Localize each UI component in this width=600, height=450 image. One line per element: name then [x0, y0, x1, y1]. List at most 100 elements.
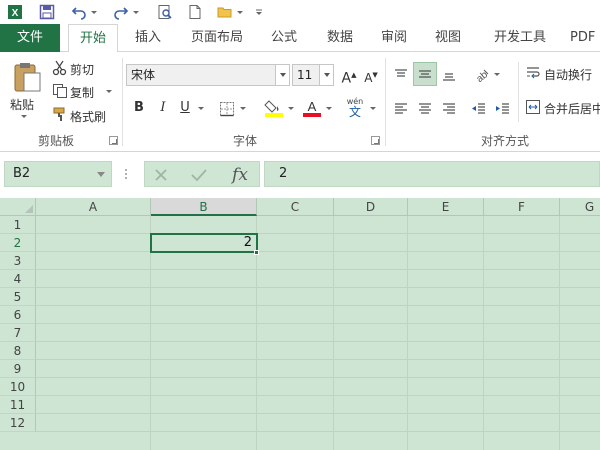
align-bottom-icon[interactable] [438, 64, 460, 86]
copy-dropdown-icon[interactable] [106, 90, 112, 93]
font-size-dropdown-icon[interactable] [319, 65, 333, 85]
font-launcher-icon[interactable] [371, 136, 380, 145]
print-preview-icon[interactable] [156, 3, 174, 21]
underline-dropdown-icon[interactable] [198, 107, 204, 110]
formula-bar: B2 fx 2 [0, 152, 600, 198]
bold-button[interactable]: B [130, 98, 148, 118]
customize-toolbar-icon[interactable] [254, 3, 264, 21]
row-header-8[interactable]: 8 [0, 342, 36, 360]
column-header-c[interactable]: C [257, 198, 334, 216]
column-header-f[interactable]: F [484, 198, 560, 216]
merge-center-button[interactable]: 合并后居中 [544, 100, 600, 117]
tab-formulas[interactable]: 公式 [262, 24, 306, 52]
column-header-d[interactable]: D [334, 198, 408, 216]
phonetic-dropdown-icon[interactable] [370, 107, 376, 110]
align-top-icon[interactable] [390, 64, 412, 86]
undo-icon[interactable] [70, 3, 88, 21]
tab-home[interactable]: 开始 [68, 24, 118, 53]
border-icon[interactable] [218, 100, 236, 118]
insert-function-button[interactable]: fx [227, 163, 253, 187]
tab-insert[interactable]: 插入 [126, 24, 170, 52]
border-dropdown-icon[interactable] [240, 107, 246, 110]
font-color-dropdown-icon[interactable] [326, 107, 332, 110]
tab-page-layout[interactable]: 页面布局 [182, 24, 252, 52]
tab-developer[interactable]: 开发工具 [482, 24, 558, 52]
tab-data[interactable]: 数据 [318, 24, 362, 52]
svg-text:ab: ab [474, 69, 490, 84]
active-cell-b2[interactable]: 2 [150, 233, 258, 253]
cut-button[interactable]: 剪切 [70, 61, 94, 78]
font-name-dropdown-icon[interactable] [275, 65, 289, 85]
open-folder-icon[interactable] [216, 3, 234, 21]
paste-dropdown-icon[interactable] [21, 115, 27, 118]
paste-icon[interactable] [10, 60, 44, 94]
row-header-6[interactable]: 6 [0, 306, 36, 324]
underline-button[interactable]: U [176, 98, 194, 118]
tab-review[interactable]: 审阅 [372, 24, 416, 52]
italic-button[interactable]: I [154, 98, 172, 118]
paste-button[interactable]: 粘贴 [10, 96, 34, 113]
align-left-icon[interactable] [390, 98, 412, 120]
align-right-icon[interactable] [438, 98, 460, 120]
save-icon[interactable] [38, 3, 56, 21]
fill-handle[interactable] [254, 250, 259, 255]
fill-color-icon[interactable] [264, 98, 284, 118]
grid-line [36, 269, 600, 270]
column-header-e[interactable]: E [408, 198, 484, 216]
open-dropdown-icon[interactable] [236, 3, 244, 21]
phonetic-guide-icon[interactable]: wén 文 [344, 96, 366, 120]
tab-pdf[interactable]: PDF [570, 24, 600, 52]
grid-line [36, 305, 600, 306]
row-header-5[interactable]: 5 [0, 288, 36, 306]
grid-line [36, 287, 600, 288]
orientation-dropdown-icon[interactable] [494, 73, 500, 76]
copy-button[interactable]: 复制 [70, 84, 94, 101]
svg-text:X: X [12, 8, 19, 19]
select-all-button[interactable] [0, 198, 36, 216]
tab-file[interactable]: 文件 [0, 24, 60, 52]
shrink-font-button[interactable]: A▼ [362, 65, 380, 85]
ribbon-separator [122, 58, 123, 146]
redo-icon[interactable] [112, 3, 130, 21]
grid-line [36, 377, 600, 378]
row-header-1[interactable]: 1 [0, 216, 36, 234]
row-header-9[interactable]: 9 [0, 360, 36, 378]
font-color-icon[interactable]: A [302, 98, 322, 118]
row-header-2[interactable]: 2 [0, 234, 36, 252]
clipboard-launcher-icon[interactable] [109, 136, 118, 145]
row-header-4[interactable]: 4 [0, 270, 36, 288]
ribbon-tabs: 文件 开始 插入 页面布局 公式 数据 审阅 视图 开发工具 PDF [0, 24, 600, 53]
format-painter-button[interactable]: 格式刷 [70, 108, 106, 125]
redo-dropdown-icon[interactable] [132, 3, 140, 21]
row-header-7[interactable]: 7 [0, 324, 36, 342]
tab-view[interactable]: 视图 [426, 24, 470, 52]
cancel-icon[interactable] [151, 165, 171, 185]
decrease-indent-icon[interactable] [468, 98, 490, 120]
column-header-b[interactable]: B [151, 198, 257, 216]
new-document-icon[interactable] [186, 3, 204, 21]
row-header-10[interactable]: 10 [0, 378, 36, 396]
align-center-icon[interactable] [414, 98, 436, 120]
row-header-11[interactable]: 11 [0, 396, 36, 414]
row-header-12[interactable]: 12 [0, 414, 36, 432]
enter-icon[interactable] [189, 165, 209, 185]
column-header-g[interactable]: G [560, 198, 600, 216]
wrap-text-button[interactable]: 自动换行 [544, 66, 592, 83]
formula-input[interactable]: 2 [264, 161, 600, 187]
name-box[interactable]: B2 [4, 161, 112, 187]
font-size-select[interactable]: 11 [292, 64, 334, 86]
grow-font-button[interactable]: A▲ [340, 65, 358, 87]
align-middle-icon[interactable] [413, 62, 437, 86]
grid-line [36, 359, 600, 360]
merge-center-icon [524, 98, 542, 116]
undo-dropdown-icon[interactable] [90, 3, 98, 21]
row-header-3[interactable]: 3 [0, 252, 36, 270]
increase-indent-icon[interactable] [492, 98, 514, 120]
fill-color-dropdown-icon[interactable] [288, 107, 294, 110]
alignment-group-label: 对齐方式 [480, 134, 529, 148]
name-box-dropdown-icon[interactable] [97, 172, 105, 177]
column-header-a[interactable]: A [36, 198, 151, 216]
font-name-select[interactable]: 宋体 [126, 64, 290, 86]
orientation-icon[interactable]: ab [470, 64, 492, 86]
name-box-value: B2 [13, 166, 31, 181]
